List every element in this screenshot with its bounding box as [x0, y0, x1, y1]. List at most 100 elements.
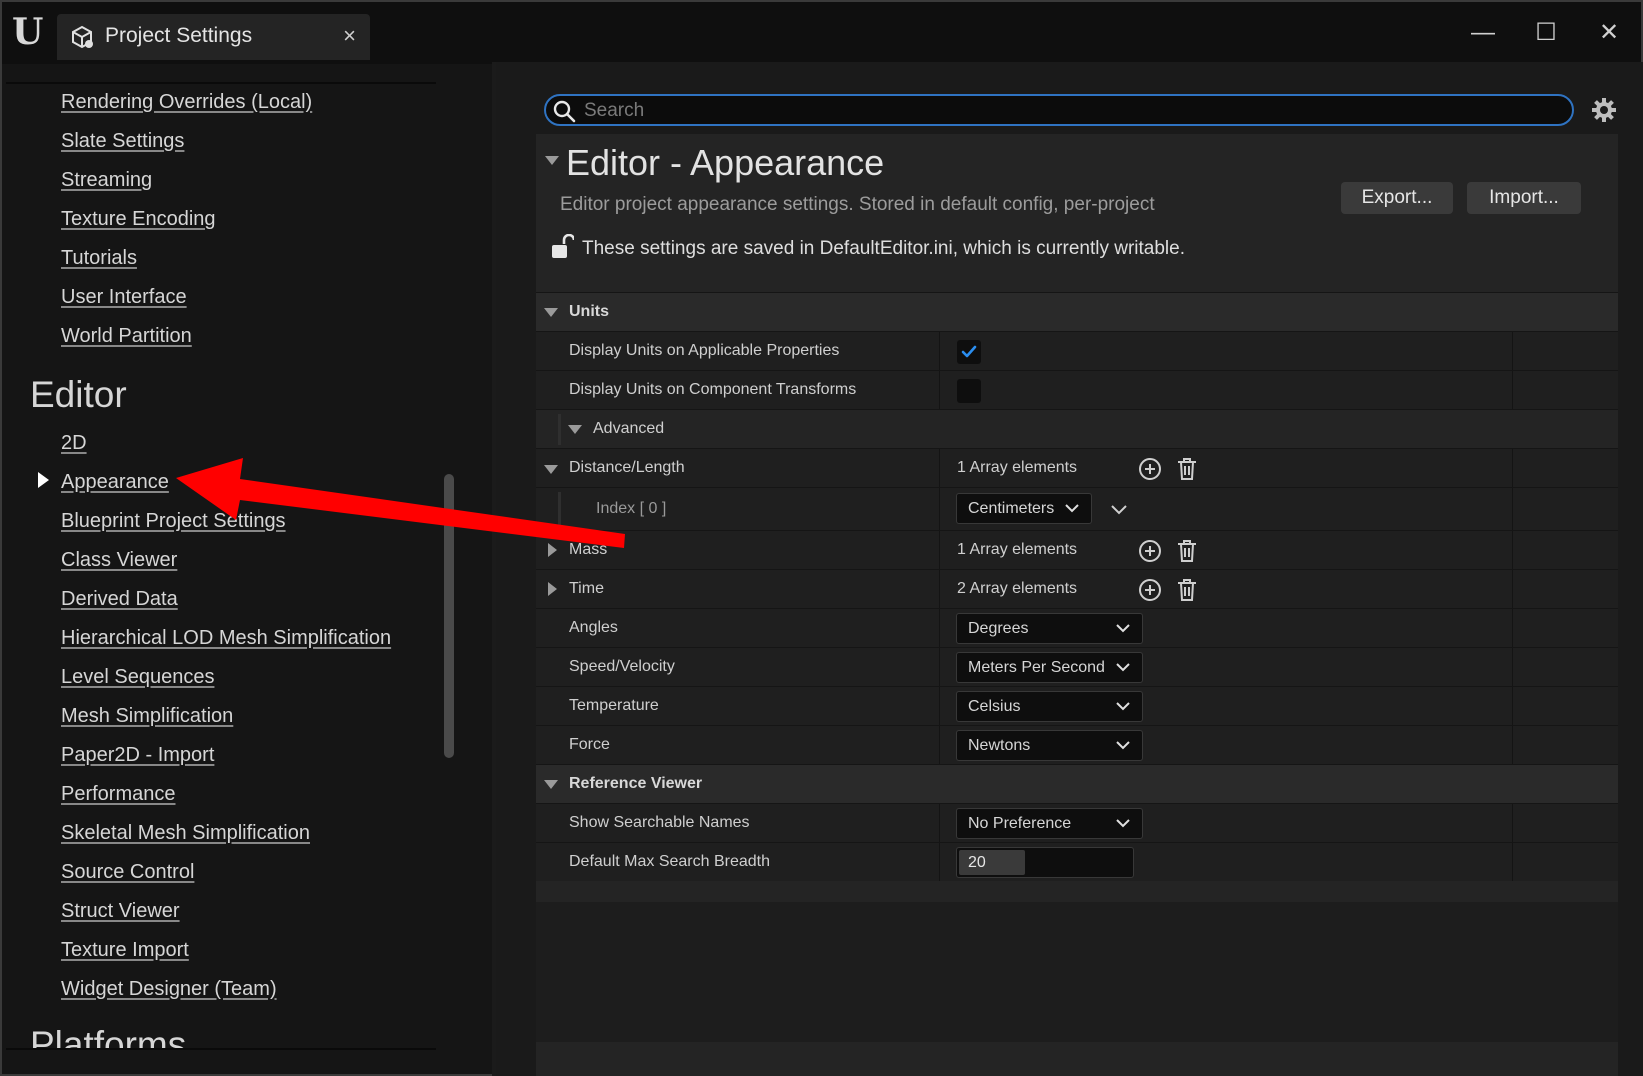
column-separator	[939, 449, 940, 487]
trash-icon[interactable]	[1174, 538, 1200, 564]
row-advanced[interactable]: Advanced	[536, 409, 1618, 448]
trash-icon[interactable]	[1174, 577, 1200, 603]
speed-dropdown[interactable]: Meters Per Second	[956, 652, 1143, 683]
maximize-button[interactable]: ☐	[1528, 16, 1564, 50]
row-max-search-breadth: Default Max Search Breadth 20	[536, 842, 1618, 881]
property-label: Show Searchable Names	[569, 814, 750, 831]
force-dropdown[interactable]: Newtons	[956, 730, 1143, 761]
max-search-breadth-spinbox[interactable]: 20	[956, 847, 1134, 878]
sidebar-item-widget-designer[interactable]: Widget Designer (Team)	[61, 978, 277, 1001]
add-element-icon[interactable]	[1137, 456, 1163, 482]
array-count: 1 Array elements	[957, 541, 1078, 558]
property-label: Temperature	[569, 697, 659, 714]
distance-unit-dropdown[interactable]: Centimeters	[956, 493, 1092, 524]
trash-icon[interactable]	[1174, 456, 1200, 482]
sidebar-item-texture-import[interactable]: Texture Import	[61, 939, 189, 962]
tab-title: Project Settings	[105, 24, 253, 47]
expand-distance-icon[interactable]	[544, 465, 558, 474]
expand-units-icon[interactable]	[544, 308, 558, 317]
sidebar-item-hlod-mesh-simplification[interactable]: Hierarchical LOD Mesh Simplification	[61, 627, 391, 650]
sidebar-item-level-sequences[interactable]: Level Sequences	[61, 666, 214, 689]
display-units-applicable-checkbox[interactable]	[957, 340, 981, 364]
collapse-section-icon[interactable]	[545, 156, 559, 165]
page-subtitle: Editor project appearance settings. Stor…	[560, 194, 1155, 215]
sidebar-item-class-viewer[interactable]: Class Viewer	[61, 549, 177, 572]
sidebar-item-rendering-overrides[interactable]: Rendering Overrides (Local)	[61, 91, 312, 114]
title-bar: U Project Settings × — ☐ ✕	[2, 2, 1641, 64]
column-separator	[1512, 371, 1513, 409]
selected-caret-icon	[38, 472, 49, 488]
sidebar-item-slate-settings[interactable]: Slate Settings	[61, 130, 184, 153]
expand-advanced-icon[interactable]	[568, 425, 582, 434]
add-element-icon[interactable]	[1137, 577, 1163, 603]
sidebar-item-derived-data[interactable]: Derived Data	[61, 588, 178, 611]
section-heading-editor: Editor	[30, 374, 127, 415]
sidebar-item-user-interface[interactable]: User Interface	[61, 286, 187, 309]
element-options-chevron-icon[interactable]	[1106, 497, 1132, 523]
dropdown-value: Degrees	[968, 620, 1029, 637]
column-separator	[939, 332, 940, 370]
search-input[interactable]	[584, 98, 1544, 124]
sidebar-item-appearance[interactable]: Appearance	[61, 471, 169, 494]
column-separator	[939, 531, 940, 569]
sidebar-item-blueprint-project-settings[interactable]: Blueprint Project Settings	[61, 510, 286, 533]
sidebar-item-mesh-simplification[interactable]: Mesh Simplification	[61, 705, 233, 728]
sidebar-item-struct-viewer[interactable]: Struct Viewer	[61, 900, 180, 923]
indent-bar	[558, 414, 561, 445]
row-angles: Angles Degrees	[536, 608, 1618, 647]
close-window-button[interactable]: ✕	[1591, 16, 1627, 50]
tab-project-settings[interactable]: Project Settings ×	[57, 14, 370, 60]
import-button[interactable]: Import...	[1467, 182, 1581, 214]
chevron-down-icon	[1116, 819, 1130, 828]
display-units-component-checkbox[interactable]	[957, 379, 981, 403]
sidebar-item-world-partition[interactable]: World Partition	[61, 325, 192, 348]
category-reference-viewer[interactable]: Reference Viewer	[536, 764, 1618, 803]
column-separator	[1512, 449, 1513, 487]
settings-cube-icon	[72, 25, 93, 49]
category-units[interactable]: Units	[536, 292, 1618, 331]
row-display-units-component: Display Units on Component Transforms	[536, 370, 1618, 409]
property-label: Display Units on Component Transforms	[569, 381, 857, 398]
column-separator	[1512, 332, 1513, 370]
sidebar-item-skeletal-mesh-simplification[interactable]: Skeletal Mesh Simplification	[61, 822, 310, 845]
row-time: Time 2 Array elements	[536, 569, 1618, 608]
gear-icon[interactable]	[1590, 96, 1618, 124]
advanced-label: Advanced	[593, 420, 665, 437]
sidebar-item-source-control[interactable]: Source Control	[61, 861, 194, 884]
column-separator	[1512, 804, 1513, 842]
property-label: Time	[569, 580, 604, 597]
expand-time-icon[interactable]	[548, 582, 557, 596]
row-distance-length: Distance/Length 1 Array elements	[536, 448, 1618, 487]
row-speed-velocity: Speed/Velocity Meters Per Second	[536, 647, 1618, 686]
search-box[interactable]	[544, 94, 1574, 126]
chevron-down-icon	[1116, 702, 1130, 711]
sidebar-item-tutorials[interactable]: Tutorials	[61, 247, 137, 270]
column-separator	[939, 371, 940, 409]
sidebar-scrollbar[interactable]	[444, 474, 454, 758]
temperature-dropdown[interactable]: Celsius	[956, 691, 1143, 722]
expand-mass-icon[interactable]	[548, 543, 557, 557]
tab-close-icon[interactable]: ×	[343, 23, 356, 49]
minimize-button[interactable]: —	[1465, 16, 1501, 50]
sidebar-item-texture-encoding[interactable]: Texture Encoding	[61, 208, 216, 231]
property-label: Default Max Search Breadth	[569, 853, 770, 870]
column-separator	[939, 726, 940, 764]
expand-reference-viewer-icon[interactable]	[544, 780, 558, 789]
unreal-logo-icon: U	[12, 11, 44, 53]
sidebar-item-paper2d-import[interactable]: Paper2D - Import	[61, 744, 214, 767]
sidebar-item-performance[interactable]: Performance	[61, 783, 176, 806]
row-display-units-applicable: Display Units on Applicable Properties	[536, 331, 1618, 370]
category-reference-viewer-label: Reference Viewer	[569, 775, 703, 792]
array-index-label: Index [ 0 ]	[596, 500, 667, 517]
add-element-icon[interactable]	[1137, 538, 1163, 564]
sidebar-item-2d[interactable]: 2D	[61, 432, 87, 455]
column-separator	[1512, 609, 1513, 647]
chevron-down-icon	[1116, 663, 1130, 672]
export-button[interactable]: Export...	[1341, 182, 1453, 214]
searchable-names-dropdown[interactable]: No Preference	[956, 808, 1143, 839]
angles-dropdown[interactable]: Degrees	[956, 613, 1143, 644]
column-separator	[1512, 531, 1513, 569]
sidebar-item-streaming[interactable]: Streaming	[61, 169, 152, 192]
chevron-down-icon	[1116, 741, 1130, 750]
chevron-down-icon	[1065, 504, 1079, 513]
